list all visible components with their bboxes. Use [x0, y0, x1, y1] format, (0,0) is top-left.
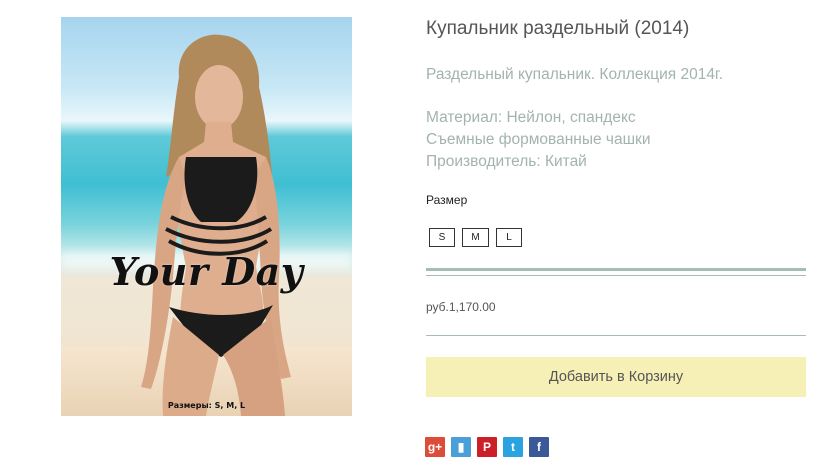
share-icons: g+ ▮ P t f: [425, 437, 549, 457]
product-price: руб.1,170.00: [426, 300, 496, 314]
blogger-icon[interactable]: ▮: [451, 437, 471, 457]
size-option-m[interactable]: M: [462, 228, 489, 247]
description-gap: [426, 86, 723, 107]
divider: [426, 268, 806, 271]
product-image[interactable]: Your Day Размеры: S, M, L: [61, 17, 352, 416]
add-to-cart-button[interactable]: Добавить в Корзину: [426, 357, 806, 397]
size-option-l[interactable]: L: [496, 228, 522, 247]
size-options: S M L: [429, 228, 522, 247]
description-line: Съемные формованные чашки: [426, 131, 651, 148]
description-line: Раздельный купальник. Коллекция 2014г.: [426, 66, 724, 83]
description-line: Производитель: Китай: [426, 153, 587, 170]
google-plus-icon[interactable]: g+: [425, 437, 445, 457]
pinterest-icon[interactable]: P: [477, 437, 497, 457]
image-sizes-caption: Размеры: S, M, L: [167, 401, 246, 410]
size-option-s[interactable]: S: [429, 228, 455, 247]
product-description: Раздельный купальник. Коллекция 2014г. М…: [426, 64, 723, 173]
brand-logo: Your Day: [109, 249, 304, 294]
description-line: Материал: Нейлон, спандекс: [426, 109, 636, 126]
twitter-icon[interactable]: t: [503, 437, 523, 457]
divider: [426, 275, 806, 276]
size-label: Размер: [426, 193, 468, 207]
facebook-icon[interactable]: f: [529, 437, 549, 457]
model-figure: [141, 34, 291, 416]
product-title: Купальник раздельный (2014): [426, 18, 690, 39]
divider: [426, 335, 806, 336]
